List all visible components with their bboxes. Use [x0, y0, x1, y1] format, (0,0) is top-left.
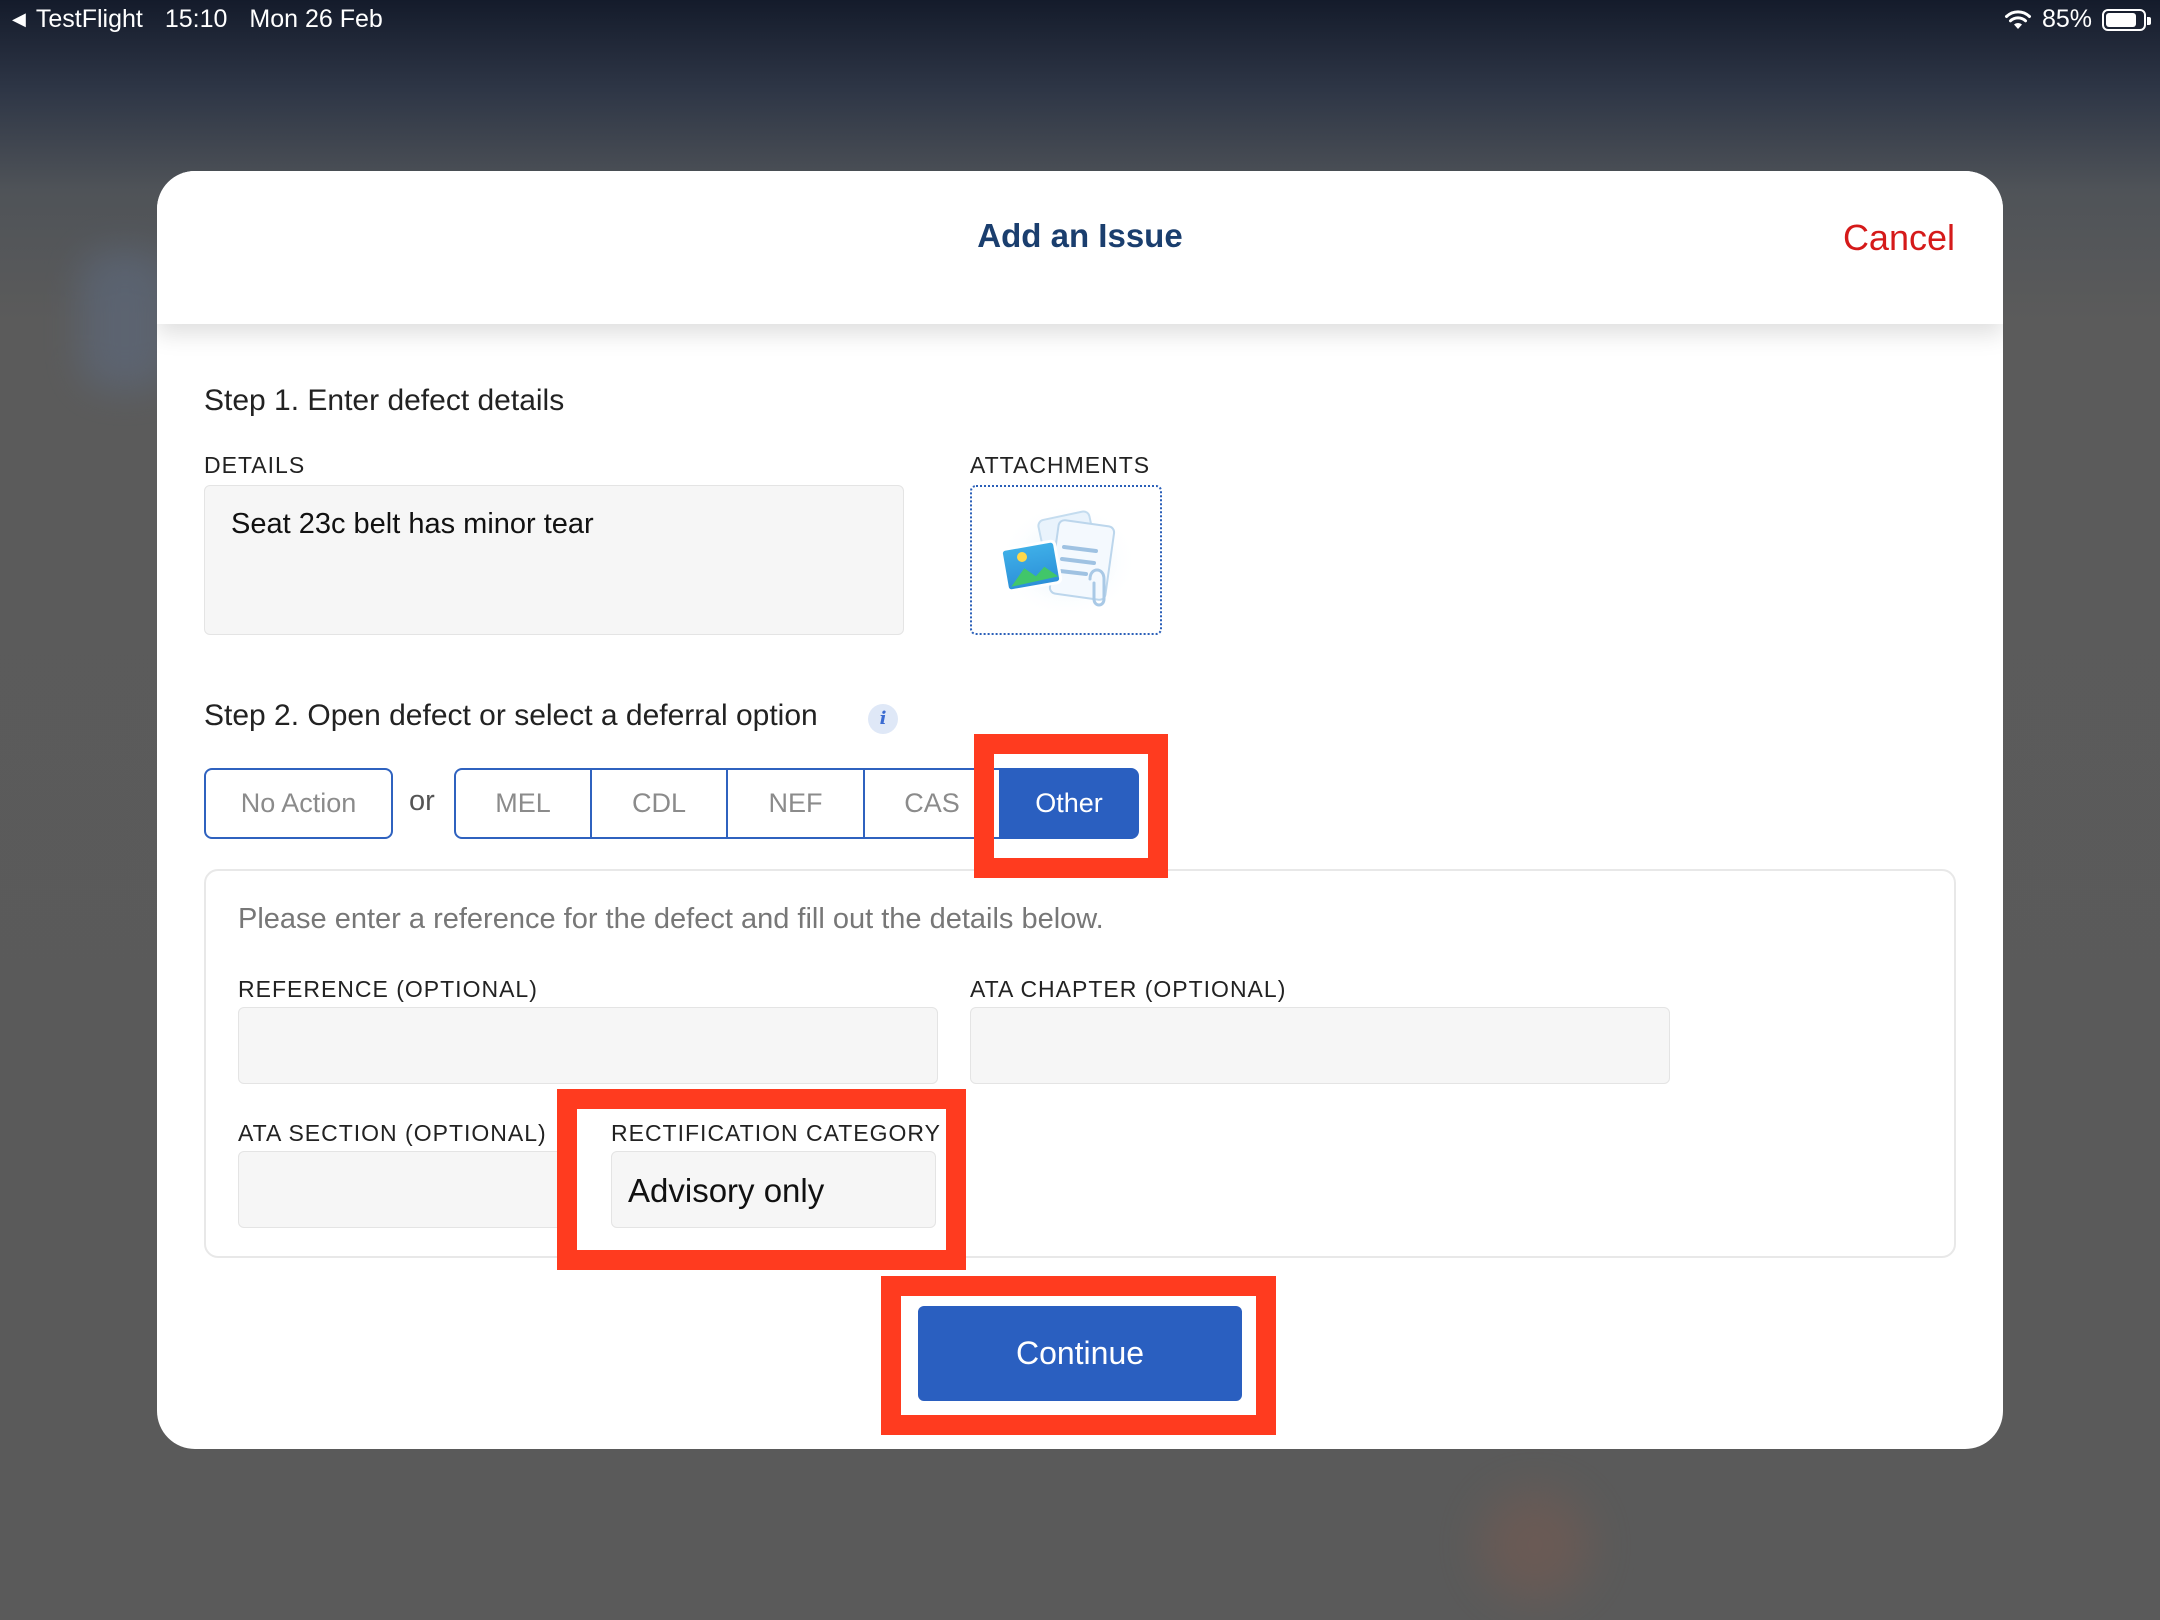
- status-time: 15:10: [164, 5, 228, 33]
- back-app-link[interactable]: TestFlight: [36, 5, 143, 34]
- battery-icon: [2102, 8, 2151, 31]
- battery-percentage: 85%: [2041, 5, 2092, 33]
- reference-label: REFERENCE (OPTIONAL): [238, 976, 538, 1002]
- attachment-files-icon: [998, 503, 1138, 619]
- rectification-category-label: RECTIFICATION CATEGORY: [611, 1120, 941, 1146]
- status-bar: ◀ TestFlight 15:10 Mon 26 Feb 85%: [0, 0, 2160, 40]
- reference-input[interactable]: [238, 1007, 938, 1084]
- deferral-option-cdl[interactable]: CDL: [590, 768, 728, 839]
- details-label: DETAILS: [204, 452, 306, 478]
- ata-section-label: ATA SECTION (OPTIONAL): [238, 1120, 547, 1146]
- step2-title: Step 2. Open defect or select a deferral…: [204, 699, 818, 732]
- continue-button[interactable]: Continue: [918, 1306, 1242, 1401]
- background-blur-shape: [1480, 1490, 1590, 1600]
- modal-header: Add an Issue Cancel: [157, 171, 2003, 324]
- ata-section-input[interactable]: [238, 1151, 568, 1228]
- attachments-label: ATTACHMENTS: [970, 452, 1151, 478]
- cancel-button[interactable]: Cancel: [1843, 217, 1955, 259]
- no-action-button[interactable]: No Action: [204, 768, 393, 839]
- deferral-option-mel[interactable]: MEL: [454, 768, 592, 839]
- other-details-panel: Please enter a reference for the defect …: [204, 869, 1956, 1258]
- ata-chapter-label: ATA CHAPTER (OPTIONAL): [970, 976, 1287, 1002]
- deferral-options-group: MEL CDL NEF CAS Other: [454, 768, 1139, 839]
- wifi-icon: [2004, 9, 2031, 29]
- ata-chapter-input[interactable]: [970, 1007, 1670, 1084]
- or-separator: or: [409, 785, 435, 817]
- modal-title: Add an Issue: [977, 217, 1183, 254]
- step1-title: Step 1. Enter defect details: [204, 384, 565, 417]
- deferral-option-other[interactable]: Other: [999, 768, 1139, 839]
- deferral-option-cas[interactable]: CAS: [863, 768, 1001, 839]
- rectification-category-select[interactable]: Advisory only: [611, 1151, 936, 1228]
- back-arrow-icon[interactable]: ◀: [12, 9, 26, 30]
- details-textarea[interactable]: Seat 23c belt has minor tear: [204, 485, 904, 635]
- add-issue-modal: Add an Issue Cancel Step 1. Enter defect…: [157, 171, 2003, 1449]
- attachments-dropzone[interactable]: [970, 485, 1162, 635]
- info-icon[interactable]: i: [868, 704, 898, 734]
- status-date: Mon 26 Feb: [249, 5, 383, 33]
- panel-help-text: Please enter a reference for the defect …: [238, 903, 1104, 935]
- deferral-option-nef[interactable]: NEF: [726, 768, 865, 839]
